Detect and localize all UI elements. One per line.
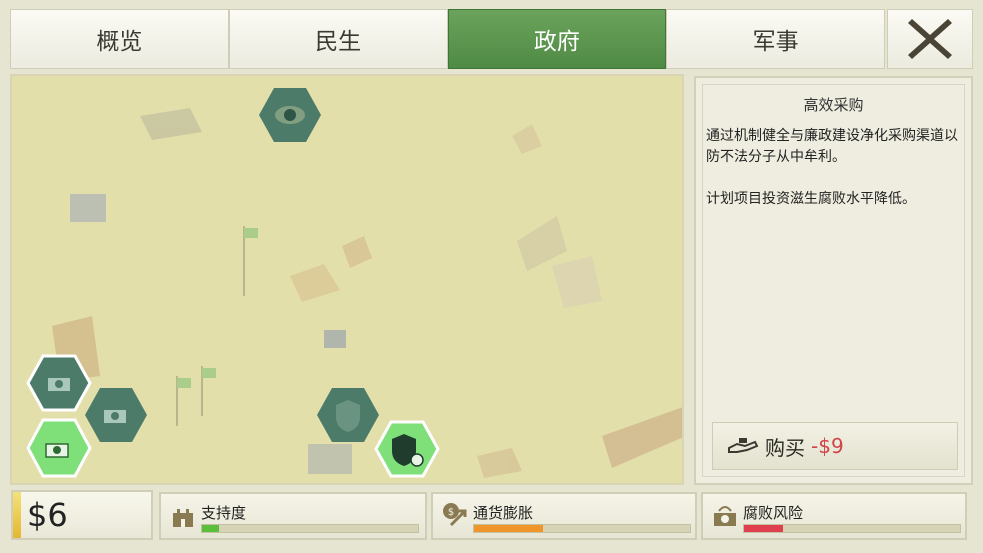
stat-inflation: $ 通货膨胀 — [431, 492, 697, 540]
policy-title: 高效采购 — [803, 96, 864, 114]
buy-button[interactable]: 购买 -$9 — [712, 422, 958, 470]
category-tabs: 概览 民生 政府 军事 — [10, 9, 885, 69]
buy-label: 购买 — [765, 435, 805, 460]
stat-corruption-label: 腐败风险 — [743, 504, 804, 522]
stat-inflation-label: 通货膨胀 — [473, 504, 534, 522]
bribe-hand-icon — [728, 438, 759, 453]
policy-description: 通过机制健全与廉政建设净化采购渠道以防不法分子从中牟利。 计划项目投资滋生腐败水… — [706, 126, 961, 231]
stat-corruption: 腐败风险 — [701, 492, 967, 540]
close-button[interactable] — [887, 9, 973, 69]
close-icon — [908, 19, 952, 59]
stat-support: 支持度 — [159, 492, 427, 540]
policy-description-line: 通过机制健全与廉政建设净化采购渠道以防不法分子从中牟利。 — [706, 128, 958, 165]
buy-cost: -$9 — [811, 434, 844, 458]
cash-policy-icon[interactable] — [26, 354, 92, 412]
surveillance-eye-icon[interactable] — [258, 86, 322, 144]
support-fill — [202, 525, 219, 532]
money-value: $6 — [27, 496, 68, 534]
policy-info-panel: 高效采购 通过机制健全与廉政建设净化采购渠道以防不法分子从中牟利。 计划项目投资… — [694, 76, 973, 485]
policy-effect-line: 计划项目投资滋生腐败水平降低。 — [706, 191, 916, 207]
shield-money-icon[interactable] — [374, 420, 440, 478]
tab-military[interactable]: 军事 — [666, 9, 885, 69]
inflation-bar — [473, 524, 691, 533]
corruption-bar — [743, 524, 961, 533]
cash-policy-i-icon[interactable] — [26, 418, 92, 478]
money-accent — [13, 492, 21, 538]
corruption-fill — [744, 525, 783, 532]
tab-livelihood[interactable]: 民生 — [228, 9, 448, 69]
stat-support-label: 支持度 — [201, 504, 247, 522]
game-screen: 概览 民生 政府 军事 高效采购 通过机制健全与廉政建设净化采购渠道以防不法分子… — [0, 0, 983, 553]
shield-policy-icon[interactable] — [316, 386, 380, 444]
svg-text:$: $ — [448, 507, 454, 518]
castle-icon — [173, 509, 193, 527]
inflation-coin-icon: $ — [443, 503, 467, 527]
tab-government[interactable]: 政府 — [447, 9, 667, 69]
money-display: $6 — [11, 490, 153, 540]
bribe-icon — [714, 506, 736, 526]
inflation-fill — [474, 525, 543, 532]
policy-map — [10, 74, 684, 485]
cash-policy-ii-icon[interactable] — [84, 386, 148, 444]
tab-overview[interactable]: 概览 — [10, 9, 229, 69]
support-bar — [201, 524, 419, 533]
